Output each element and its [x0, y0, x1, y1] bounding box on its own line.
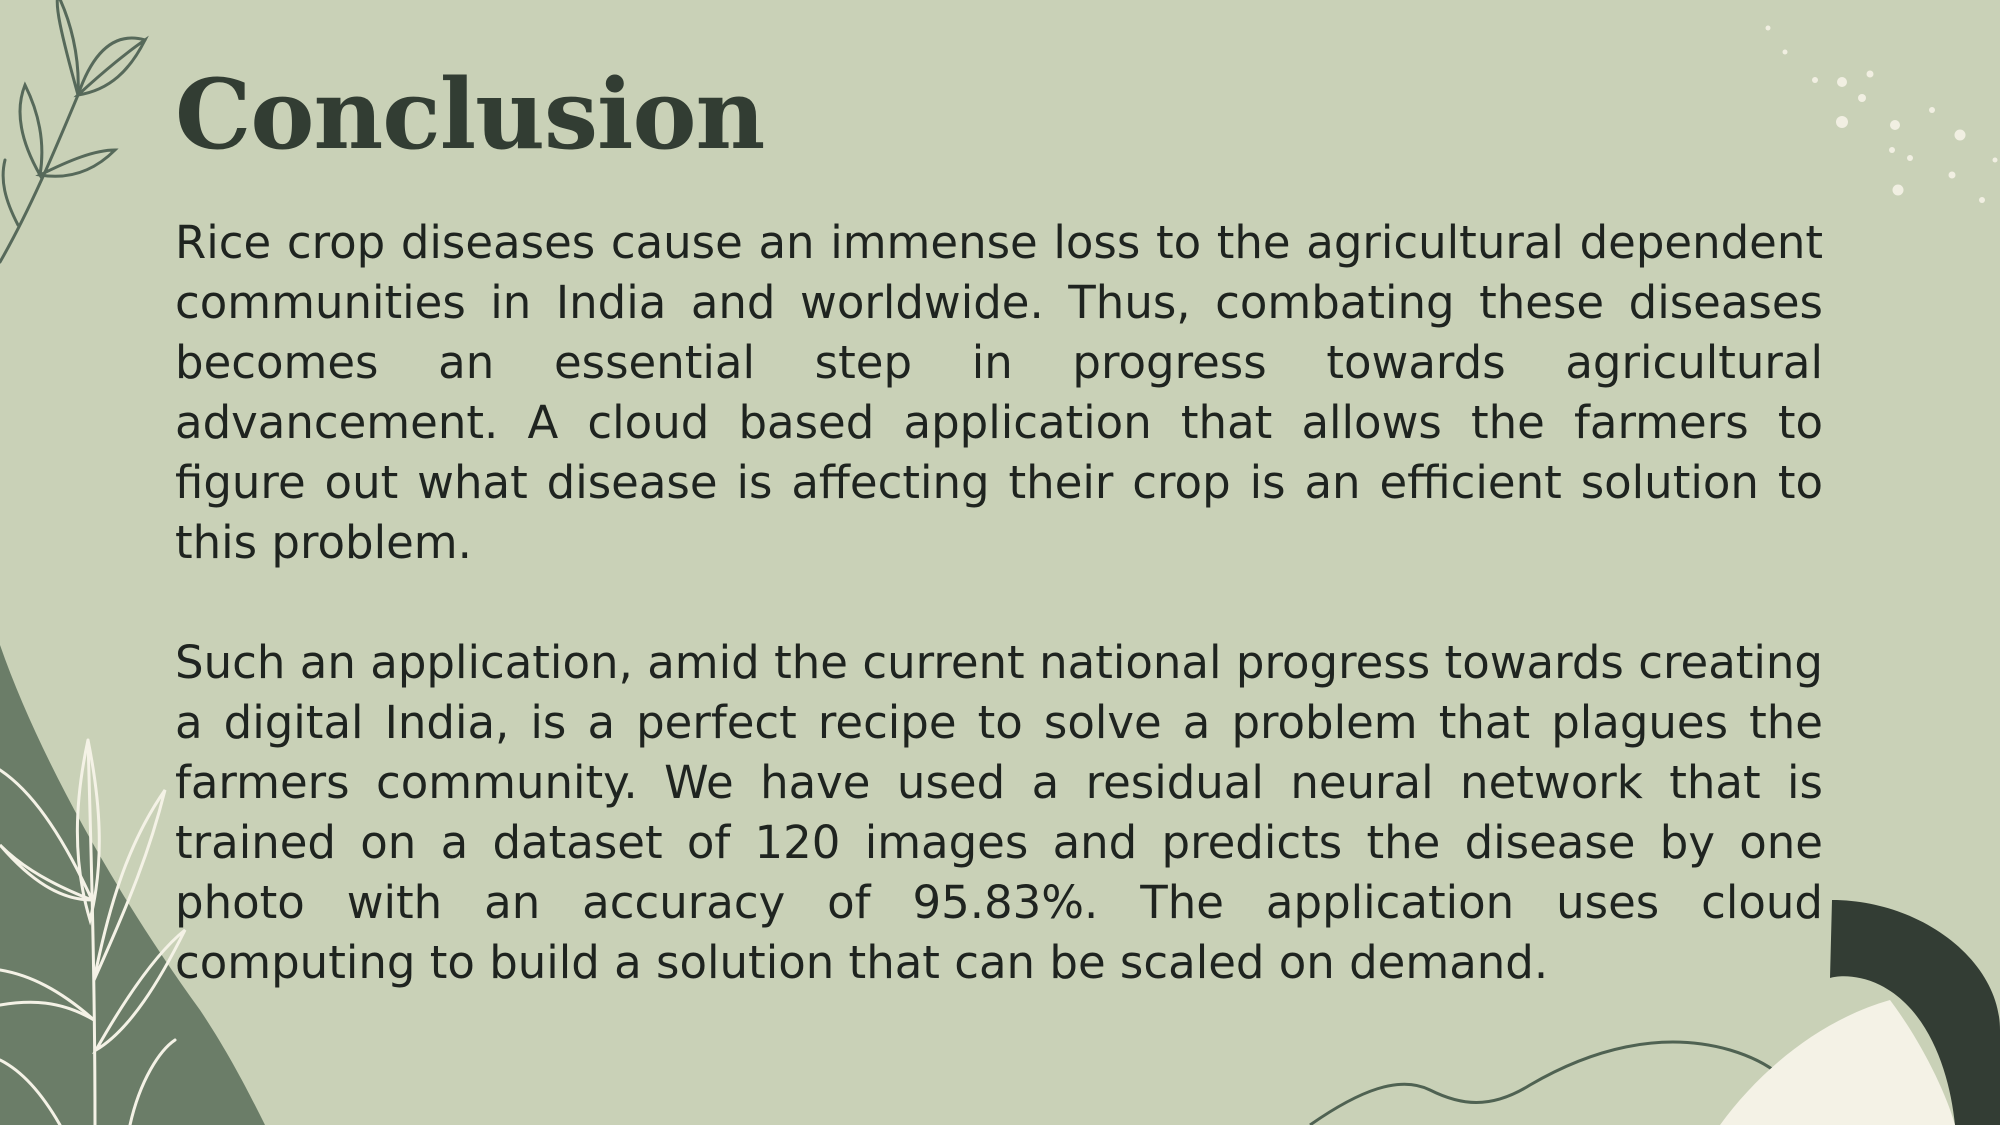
slide-title: Conclusion — [175, 58, 765, 171]
paragraph: Such an application, amid the current na… — [175, 636, 1823, 989]
leaf-branch-icon — [0, 0, 149, 264]
wavy-line-decoration — [1309, 1040, 1802, 1125]
slide-body: Rice crop diseases cause an immense loss… — [175, 213, 1823, 993]
dots-decoration — [1765, 25, 1998, 203]
slide: Conclusion Rice crop diseases cause an i… — [0, 0, 2000, 1125]
paragraph: Rice crop diseases cause an immense loss… — [175, 216, 1823, 569]
